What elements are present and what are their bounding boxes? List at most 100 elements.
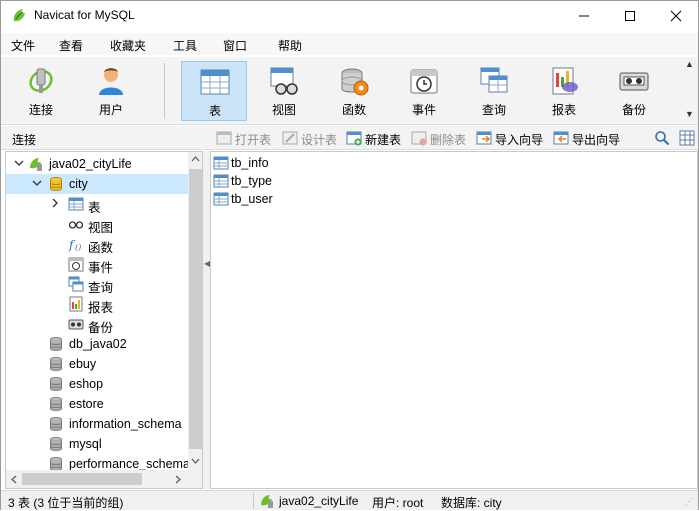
view-icon xyxy=(68,221,84,229)
design-table-label: 设计表 xyxy=(301,133,338,147)
menu-bar: 文件 查看 收藏夹 工具 窗口 帮助 xyxy=(1,33,698,55)
tree-database-node[interactable]: db_java02 xyxy=(6,334,188,354)
toolbar-report-button[interactable]: 报表 xyxy=(531,61,597,121)
export-wizard-label: 导出向导 xyxy=(572,133,621,147)
toolbar-scroll-down-icon[interactable]: ▼ xyxy=(685,109,694,119)
tree-database-node[interactable]: estore xyxy=(6,394,188,414)
navicat-logo-icon xyxy=(13,9,25,22)
toolbar-event-label: 事件 xyxy=(411,103,436,117)
minimize-button[interactable] xyxy=(561,1,607,31)
open-table-button[interactable]: 打开表 xyxy=(216,129,274,147)
tree-database-label: city xyxy=(69,177,88,191)
grid-view-icon[interactable] xyxy=(679,130,695,146)
tree-vertical-scroll-thumb[interactable] xyxy=(189,169,202,449)
tree-database-label: eshop xyxy=(69,377,104,391)
report-icon xyxy=(552,67,578,95)
status-bar: 3 表 (3 位于当前的组) java02_cityLife 用户: root … xyxy=(1,490,698,510)
toolbar-function-label: 函数 xyxy=(341,103,366,117)
resize-grip-icon[interactable]: ⋰ xyxy=(685,497,693,506)
tree-database-label: performance_schema xyxy=(69,457,190,471)
search-icon[interactable] xyxy=(654,130,670,146)
toolbar-function-button[interactable]: 函数 xyxy=(321,61,387,121)
table-icon xyxy=(68,197,84,211)
table-item-label: tb_user xyxy=(231,192,273,206)
tree-object-reports[interactable]: 报表 xyxy=(6,294,188,315)
maximize-button[interactable] xyxy=(607,1,653,31)
database-icon xyxy=(50,357,62,371)
tree-database-label: estore xyxy=(69,397,104,411)
tree-database-label: information_schema xyxy=(69,417,182,431)
toolbar-backup-button[interactable]: 备份 xyxy=(601,61,667,121)
scroll-right-icon[interactable] xyxy=(174,475,182,484)
export-icon xyxy=(553,131,569,145)
menu-view[interactable]: 查看 xyxy=(59,37,83,54)
tree-connection-node[interactable]: java02_cityLife xyxy=(6,154,188,174)
window-title: Navicat for MySQL xyxy=(34,8,135,22)
tree-object-queries[interactable]: 查询 xyxy=(6,274,188,295)
chevron-down-icon[interactable] xyxy=(32,178,42,188)
menu-help[interactable]: 帮助 xyxy=(278,37,302,54)
main-toolbar: 连接 用户 表 视图 函数 事件 查询 报表 备份 ▲ ▼ xyxy=(1,57,698,125)
toolbar-connection-label: 连接 xyxy=(28,103,53,117)
toolbar-connection-button[interactable]: 连接 xyxy=(8,61,74,121)
tree-connection-label: java02_cityLife xyxy=(49,157,132,171)
tree-database-node[interactable]: information_schema xyxy=(6,414,188,434)
scroll-down-icon[interactable] xyxy=(191,457,200,465)
new-table-icon xyxy=(346,131,362,146)
toolbar-view-button[interactable]: 视图 xyxy=(251,61,317,121)
import-wizard-button[interactable]: 导入向导 xyxy=(476,129,548,147)
menu-favorites[interactable]: 收藏夹 xyxy=(110,37,146,54)
menu-file[interactable]: 文件 xyxy=(11,37,35,54)
close-button[interactable] xyxy=(653,1,699,31)
status-divider xyxy=(253,493,254,509)
toolbar-table-label: 表 xyxy=(208,104,221,118)
tree-database-node[interactable]: ebuy xyxy=(6,354,188,374)
delete-table-icon xyxy=(411,131,427,146)
tree-database-label: ebuy xyxy=(69,357,97,371)
export-wizard-button[interactable]: 导出向导 xyxy=(553,129,625,147)
chevron-right-icon[interactable] xyxy=(50,198,60,208)
tree-object-tables[interactable]: 表 xyxy=(6,194,188,215)
status-user: 用户: root xyxy=(372,496,424,510)
scroll-left-icon[interactable] xyxy=(10,475,18,484)
table-item-label: tb_type xyxy=(231,174,273,188)
new-table-button[interactable]: 新建表 xyxy=(346,129,404,147)
table-item-label: tb_info xyxy=(231,156,269,170)
table-icon xyxy=(213,156,229,170)
tree-vertical-scrollbar[interactable] xyxy=(188,152,202,470)
delete-table-button[interactable]: 删除表 xyxy=(411,129,469,147)
tree-object-events[interactable]: 事件 xyxy=(6,254,188,275)
tree-object-functions[interactable]: f () 函数 xyxy=(6,234,188,255)
tree-database-city[interactable]: city xyxy=(6,174,188,194)
query-icon xyxy=(68,276,84,292)
tree-horizontal-scroll-thumb[interactable] xyxy=(22,473,142,485)
toolbar-event-button[interactable]: 事件 xyxy=(391,61,457,121)
toolbar-scroll-up-icon[interactable]: ▲ xyxy=(685,59,694,69)
pane-splitter[interactable]: ◀ xyxy=(203,151,210,489)
app-window: Navicat for MySQL 文件 查看 收藏夹 工具 窗口 帮助 连接 xyxy=(0,0,699,510)
tree-database-node[interactable]: mysql xyxy=(6,434,188,454)
import-icon xyxy=(476,131,492,145)
mysql-connection-icon xyxy=(30,158,42,171)
scroll-up-icon[interactable] xyxy=(191,155,200,163)
toolbar-user-button[interactable]: 用户 xyxy=(78,61,144,121)
svg-text:(): () xyxy=(75,243,81,252)
tree-database-node[interactable]: eshop xyxy=(6,374,188,394)
toolbar-query-button[interactable]: 查询 xyxy=(461,61,527,121)
report-icon xyxy=(69,296,83,312)
function-icon: f () xyxy=(68,238,81,252)
tree-object-backups[interactable]: 备份 xyxy=(6,314,188,335)
open-table-label: 打开表 xyxy=(235,133,272,147)
toolbar-table-button[interactable]: 表 xyxy=(181,61,247,121)
menu-window[interactable]: 窗口 xyxy=(223,37,247,54)
toolbar-user-label: 用户 xyxy=(98,103,123,117)
maximize-icon xyxy=(625,11,635,21)
tree-object-views[interactable]: 视图 xyxy=(6,214,188,235)
database-icon xyxy=(50,337,62,351)
delete-table-label: 删除表 xyxy=(430,133,467,147)
menu-tools[interactable]: 工具 xyxy=(173,37,197,54)
design-table-button[interactable]: 设计表 xyxy=(282,129,340,147)
chevron-down-icon[interactable] xyxy=(14,158,24,168)
tree-horizontal-scrollbar[interactable] xyxy=(6,470,188,488)
import-wizard-label: 导入向导 xyxy=(495,133,544,147)
